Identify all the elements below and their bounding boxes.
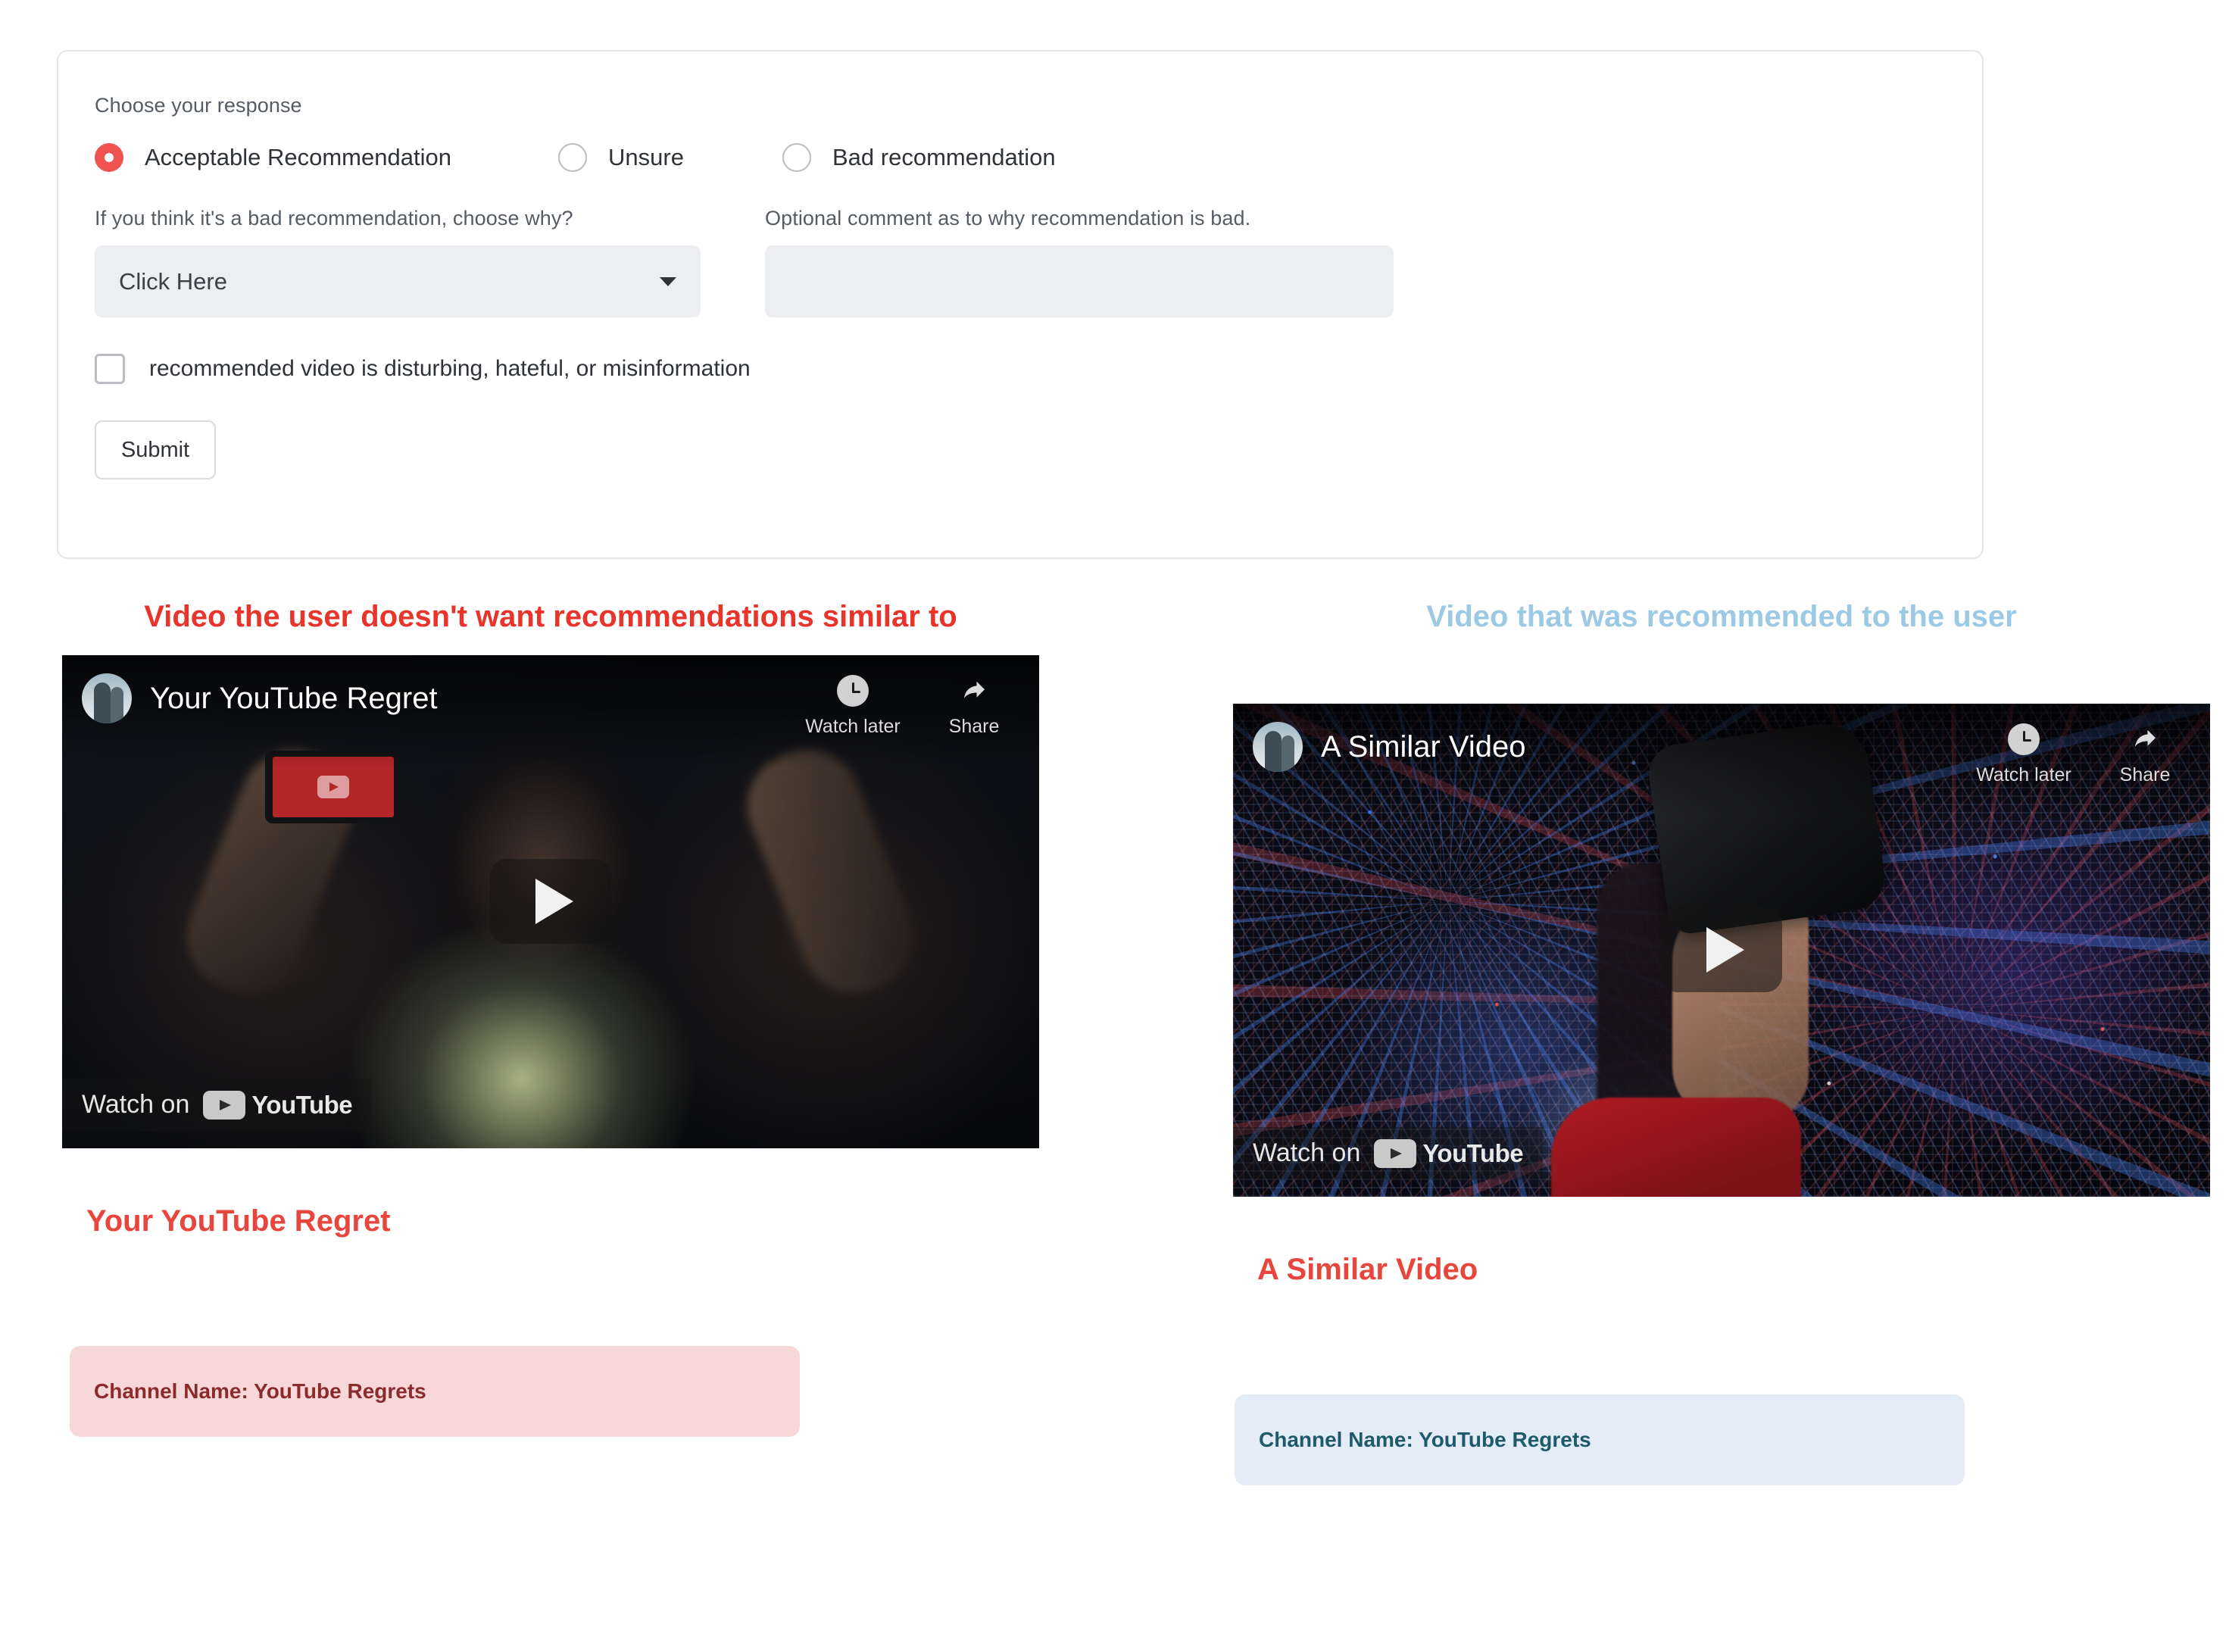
player-video-title: A Similar Video xyxy=(1321,729,1526,764)
player-top-bar: A Similar Video Watch later Share xyxy=(1233,703,2210,817)
regret-video-title: Your YouTube Regret xyxy=(86,1204,391,1238)
reason-dropdown[interactable]: Click Here xyxy=(95,245,701,317)
radio-option-acceptable-recommendation[interactable]: Acceptable Recommendation xyxy=(95,143,558,172)
youtube-logo: YouTube xyxy=(1374,1138,1524,1168)
radio-label-unsure: Unsure xyxy=(608,144,684,170)
recommended-channel-chip: Channel Name: YouTube Regrets xyxy=(1235,1394,1965,1485)
player-top-bar: Your YouTube Regret Watch later Share xyxy=(62,654,1039,769)
reason-dropdown-label: If you think it's a bad recommendation, … xyxy=(95,207,573,230)
player-action-buttons: Watch later Share xyxy=(805,673,1019,738)
channel-avatar[interactable] xyxy=(1253,721,1303,772)
recommended-video-column: Video that was recommended to the user A… xyxy=(1233,598,2210,1485)
reason-dropdown-wrapper: Click Here xyxy=(95,245,765,317)
reason-dropdown-value: Click Here xyxy=(119,267,227,295)
share-button[interactable]: Share xyxy=(929,675,1019,738)
comment-field-label: Optional comment as to why recommendatio… xyxy=(765,207,1251,230)
survey-card-body: Choose your response Acceptable Recommen… xyxy=(58,52,1982,479)
clock-icon xyxy=(837,674,869,707)
player-action-buttons: Watch later Share xyxy=(1976,722,2190,786)
watch-on-label: Watch on xyxy=(82,1090,190,1120)
youtube-logo: YouTube xyxy=(203,1090,353,1120)
play-button[interactable] xyxy=(1661,907,1782,993)
watch-on-youtube-button[interactable]: Watch on YouTube xyxy=(62,1078,373,1132)
comment-input[interactable] xyxy=(765,245,1394,317)
share-label: Share xyxy=(948,715,1000,737)
share-label: Share xyxy=(2119,764,2171,785)
radio-label-bad: Bad recommendation xyxy=(832,144,1056,170)
radio-option-bad-recommendation[interactable]: Bad recommendation xyxy=(782,143,1056,172)
regret-video-player[interactable]: Your YouTube Regret Watch later Share Wa… xyxy=(62,654,1039,1148)
recommended-column-heading: Video that was recommended to the user xyxy=(1426,600,2017,633)
thumbnail-dress xyxy=(1551,1097,1801,1197)
play-icon xyxy=(535,879,573,925)
youtube-badge-icon xyxy=(203,1090,246,1120)
watch-on-youtube-button[interactable]: Watch on YouTube xyxy=(1233,1126,1544,1180)
submit-button[interactable]: Submit xyxy=(95,420,216,479)
radio-unselected-icon[interactable] xyxy=(558,143,587,172)
share-button[interactable]: Share xyxy=(2099,723,2190,786)
youtube-play-icon xyxy=(317,775,349,798)
share-icon xyxy=(958,675,990,707)
regret-column-heading: Video the user doesn't want recommendati… xyxy=(144,600,957,633)
radio-label-acceptable: Acceptable Recommendation xyxy=(145,144,451,170)
player-video-title: Your YouTube Regret xyxy=(150,681,438,715)
thumbnail-arm-right xyxy=(731,733,931,1008)
play-button[interactable] xyxy=(490,859,611,945)
secondary-labels-row: If you think it's a bad recommendation, … xyxy=(95,207,1946,230)
share-icon xyxy=(2129,723,2161,755)
radio-option-unsure[interactable]: Unsure xyxy=(558,143,782,172)
recommended-video-title: A Similar Video xyxy=(1257,1252,1478,1286)
disturbing-checkbox-row[interactable]: recommended video is disturbing, hateful… xyxy=(95,354,1946,384)
recommended-video-player[interactable]: A Similar Video Watch later Share Watch … xyxy=(1233,703,2210,1197)
radio-selected-icon[interactable] xyxy=(95,143,123,172)
regret-channel-chip: Channel Name: YouTube Regrets xyxy=(70,1345,800,1437)
choose-response-label: Choose your response xyxy=(95,94,302,117)
watch-later-button[interactable]: Watch later xyxy=(1976,723,2071,786)
youtube-wordmark: YouTube xyxy=(1422,1138,1524,1167)
youtube-wordmark: YouTube xyxy=(251,1090,353,1119)
disturbing-checkbox-label: recommended video is disturbing, hateful… xyxy=(149,356,751,381)
secondary-controls-row: Click Here xyxy=(95,245,1946,317)
watch-later-button[interactable]: Watch later xyxy=(805,674,901,738)
watch-on-label: Watch on xyxy=(1253,1138,1361,1168)
play-icon xyxy=(1706,927,1744,973)
clock-icon xyxy=(2008,723,2040,755)
disturbing-checkbox[interactable] xyxy=(95,354,125,384)
feedback-survey-card: Choose your response Acceptable Recommen… xyxy=(57,50,1984,559)
watch-later-label: Watch later xyxy=(805,715,901,737)
youtube-badge-icon xyxy=(1374,1138,1417,1168)
response-radio-group[interactable]: Acceptable Recommendation Unsure Bad rec… xyxy=(95,143,1946,172)
channel-avatar[interactable] xyxy=(82,673,132,723)
watch-later-label: Watch later xyxy=(1976,764,2071,785)
radio-unselected-icon[interactable] xyxy=(782,143,811,172)
chevron-down-icon[interactable] xyxy=(660,276,676,286)
regret-video-column: Video the user doesn't want recommendati… xyxy=(62,598,1039,1437)
